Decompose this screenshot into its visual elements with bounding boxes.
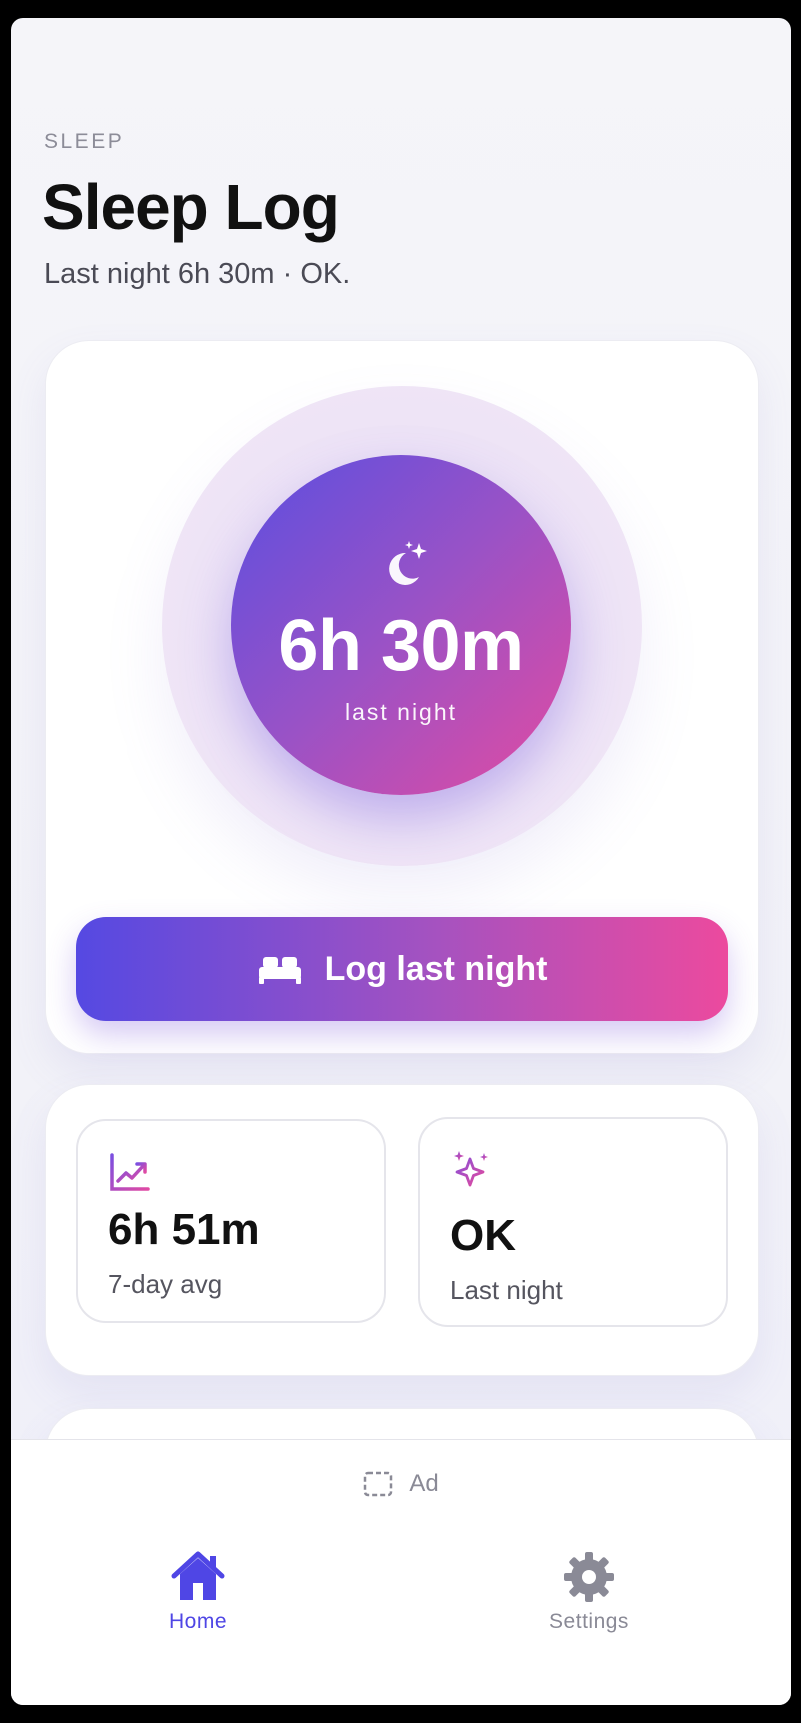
page-subtitle: Last night 6h 30m · OK.: [44, 258, 351, 290]
ad-banner[interactable]: Ad: [11, 1470, 791, 1498]
sleep-duration-value: 6h 30m: [278, 606, 524, 686]
stat-value: OK: [450, 1211, 516, 1260]
ad-label: Ad: [409, 1470, 439, 1497]
stat-label: Last night: [450, 1275, 563, 1305]
bottom-bar: Ad Home Settings: [11, 1439, 791, 1705]
log-button-label: Log last night: [324, 949, 548, 988]
tab-home[interactable]: Home: [98, 1550, 298, 1634]
tab-home-label: Home: [168, 1610, 228, 1633]
section-eyebrow: SLEEP: [44, 130, 125, 153]
house-icon: [171, 1551, 225, 1600]
stat-label: 7-day avg: [108, 1269, 223, 1299]
app-screen: SLEEP Sleep Log Last night 6h 30m · OK. …: [11, 18, 791, 1705]
tab-settings-label: Settings: [549, 1610, 629, 1633]
stat-tile-average: 6h 51m 7-day avg: [76, 1119, 386, 1323]
log-last-night-button[interactable]: Log last night: [76, 917, 728, 1021]
gear-icon: [564, 1552, 614, 1602]
sparkles-icon: [454, 1151, 488, 1187]
ad-placeholder-icon: [364, 1471, 393, 1497]
stats-card: 6h 51m 7-day avg OK Last night: [45, 1084, 759, 1376]
sleep-duration-caption: last night: [344, 699, 458, 725]
tab-settings[interactable]: Settings: [489, 1550, 689, 1634]
stat-value: 6h 51m: [108, 1205, 260, 1254]
trend-chart-icon: [110, 1153, 150, 1191]
sleep-summary-card: 6h 30m last night Log last night: [45, 340, 759, 1054]
page-title: Sleep Log: [42, 171, 340, 243]
sleep-duration-orb: 6h 30m last night: [231, 455, 571, 795]
stat-tile-quality: OK Last night: [418, 1117, 728, 1327]
bed-icon: [258, 957, 301, 984]
moon-stars-icon: [389, 541, 427, 585]
